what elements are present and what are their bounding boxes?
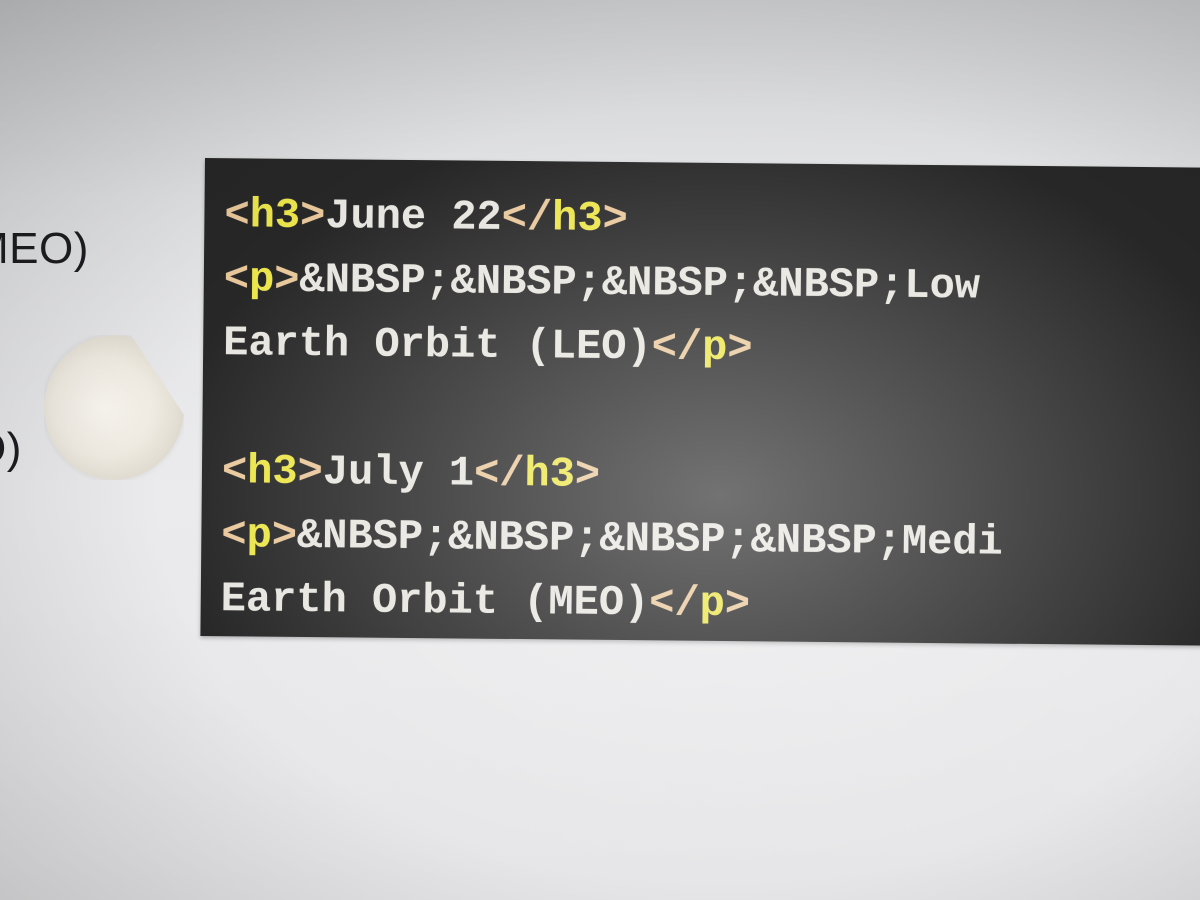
tag-bracket: > (271, 511, 298, 560)
code-line-p-medi: <p>&NBSP;&NBSP;&NBSP;&NBSP;Medi (221, 511, 1003, 566)
tag-bracket: > (602, 194, 629, 244)
code-line-p-low: <p>&NBSP;&NBSP;&NBSP;&NBSP;Low (223, 255, 981, 310)
tag-name: p (246, 511, 273, 560)
code-line-leo: Earth Orbit (LEO)</p> (222, 319, 753, 373)
tag-bracket: < (221, 511, 247, 560)
tag-bracket: > (574, 450, 601, 499)
paragraph-text: &NBSP;&NBSP;&NBSP;&NBSP;Low (299, 255, 981, 311)
tag-name: h3 (524, 450, 576, 499)
tag-bracket: < (223, 255, 250, 304)
code-line-h3-july: <h3>July 1</h3> (221, 447, 601, 499)
tag-bracket: </ (651, 323, 703, 372)
tag-name: p (248, 255, 275, 304)
paragraph-text: &NBSP;&NBSP;&NBSP;&NBSP;Medi (296, 511, 1003, 567)
tag-bracket: </ (649, 579, 700, 628)
code-line-meo: Earth Orbit (MEO)</p> (220, 575, 751, 629)
tag-bracket: </ (501, 193, 553, 243)
heading-text: June 22 (325, 192, 502, 242)
code-block[interactable]: <h3>June 22</h3> <p>&NBSP;&NBSP;&NBSP;&N… (200, 158, 1200, 646)
tag-bracket: > (724, 580, 751, 629)
tag-bracket: > (299, 191, 326, 241)
tag-name: p (699, 579, 726, 629)
tag-bracket: > (274, 255, 300, 304)
tag-name: h3 (551, 194, 603, 243)
paragraph-text: Earth Orbit (MEO) (220, 575, 650, 628)
tag-bracket: </ (473, 449, 525, 499)
paragraph-text: Earth Orbit (LEO) (222, 319, 652, 372)
tag-bracket: > (297, 447, 324, 497)
tag-bracket: > (727, 324, 753, 373)
heading-text: July 1 (322, 448, 475, 498)
moon-icon (44, 335, 184, 480)
tag-name: h3 (249, 191, 301, 240)
tag-name: p (701, 323, 728, 373)
tag-name: h3 (246, 447, 298, 496)
tag-bracket: < (224, 191, 250, 240)
tag-bracket: < (221, 447, 248, 496)
orbit-label-partial: O) (0, 424, 22, 473)
orbit-label-meo: MEO) (0, 224, 89, 273)
code-line-h3-june: <h3>June 22</h3> (224, 191, 629, 244)
